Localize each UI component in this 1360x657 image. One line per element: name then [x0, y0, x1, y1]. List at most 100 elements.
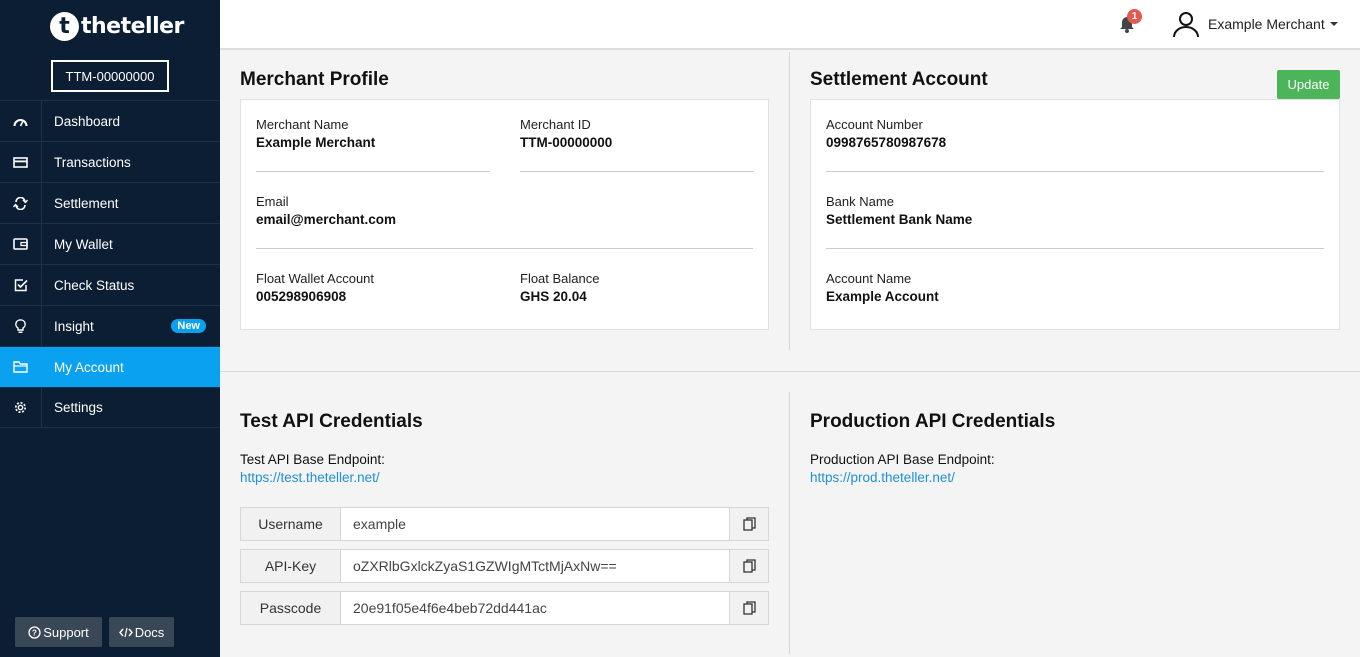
divider — [826, 248, 1324, 249]
test-endpoint-link[interactable]: https://test.theteller.net/ — [240, 470, 380, 485]
passcode-row: Passcode 20e91f05e4f6e4beb72dd441ac — [240, 591, 769, 625]
check-square-icon — [0, 265, 42, 305]
exchange-icon — [0, 183, 42, 223]
test-api-title: Test API Credentials — [240, 411, 423, 432]
field-label: Float Wallet Account — [256, 271, 375, 286]
update-button[interactable]: Update — [1277, 70, 1340, 99]
help-circle-icon: ? — [28, 625, 41, 639]
settlement-account-card: Account Number 0998765780987678 Bank Nam… — [810, 99, 1340, 330]
section-divider — [789, 52, 790, 350]
sidebar-item-check-status[interactable]: Check Status — [0, 264, 220, 305]
field-label: Float Balance — [520, 271, 600, 286]
production-endpoint-label: Production API Base Endpoint: — [810, 452, 995, 467]
sidebar: t theteller TTM-00000000 Dashboard Trans… — [0, 0, 220, 657]
production-api-title: Production API Credentials — [810, 411, 1056, 432]
docs-label: Docs — [134, 624, 165, 640]
field-label: Merchant Name — [256, 117, 349, 132]
username-field[interactable]: example — [341, 508, 729, 540]
passcode-field[interactable]: 20e91f05e4f6e4beb72dd441ac — [341, 592, 729, 624]
field-label: Merchant ID — [520, 117, 591, 132]
float-wallet-field: Float Wallet Account 005298906908 — [256, 271, 374, 304]
field-value: 0998765780987678 — [826, 135, 947, 150]
gear-icon — [0, 387, 42, 428]
support-button[interactable]: ? Support — [15, 617, 102, 647]
logo-mark: t — [50, 11, 79, 41]
svg-text:?: ? — [32, 628, 37, 637]
logo-text: theteller — [81, 13, 184, 39]
field-value: email@merchant.com — [256, 212, 396, 227]
copy-button[interactable] — [729, 592, 768, 624]
card-icon — [0, 142, 42, 182]
sidebar-item-transactions[interactable]: Transactions — [0, 141, 220, 182]
copy-button[interactable] — [729, 508, 768, 540]
sidebar-item-label: Transactions — [54, 154, 131, 170]
merchant-id-field: Merchant ID TTM-00000000 — [520, 117, 612, 150]
api-key-field[interactable]: oZXRlbGxlckZyaS1GZWIgMTctMjAxNw== — [341, 550, 729, 582]
credential-label: Username — [241, 508, 341, 540]
user-menu[interactable]: Example Merchant — [1172, 10, 1338, 38]
code-icon — [118, 627, 133, 637]
user-icon — [1173, 12, 1199, 38]
api-key-row: API-Key oZXRlbGxlckZyaS1GZWIgMTctMjAxNw=… — [240, 549, 769, 583]
wallet-icon — [0, 224, 42, 264]
sidebar-item-label: Insight — [54, 318, 94, 334]
new-badge: New — [171, 319, 206, 333]
copy-button[interactable] — [729, 550, 768, 582]
copy-icon — [742, 559, 756, 573]
divider — [520, 171, 754, 172]
divider — [256, 248, 753, 249]
credential-label: API-Key — [241, 550, 341, 582]
logo[interactable]: t theteller — [50, 11, 184, 41]
sidebar-item-label: My Wallet — [54, 236, 113, 252]
copy-icon — [742, 517, 756, 531]
credential-label: Passcode — [241, 592, 341, 624]
divider — [826, 171, 1324, 172]
field-value: Example Merchant — [256, 135, 376, 150]
field-value: 005298906908 — [256, 289, 347, 304]
production-endpoint-link[interactable]: https://prod.theteller.net/ — [810, 470, 955, 485]
docs-button[interactable]: Docs — [109, 617, 174, 647]
merchant-id-box: TTM-00000000 — [51, 60, 169, 92]
account-name-field: Account Name Example Account — [826, 271, 939, 304]
field-label: Email — [256, 194, 289, 209]
sidebar-item-label: Dashboard — [54, 113, 121, 129]
field-value: Settlement Bank Name — [826, 212, 973, 227]
sidebar-item-my-account[interactable]: My Account — [0, 346, 220, 387]
copy-icon — [742, 601, 756, 615]
divider — [256, 171, 490, 172]
float-balance-field: Float Balance GHS 20.04 — [520, 271, 600, 304]
chevron-down-icon — [1329, 22, 1338, 26]
notification-badge: 1 — [1127, 9, 1142, 24]
folder-icon — [0, 347, 42, 387]
support-label: Support — [43, 624, 89, 640]
merchant-profile-card: Merchant Name Example Merchant Merchant … — [240, 99, 769, 330]
merchant-name-field: Merchant Name Example Merchant — [256, 117, 375, 150]
user-name: Example Merchant — [1208, 16, 1325, 32]
field-value: GHS 20.04 — [520, 289, 587, 304]
sidebar-item-label: Settlement — [54, 195, 119, 211]
settlement-account-title: Settlement Account — [810, 69, 988, 90]
section-divider — [789, 392, 790, 654]
field-value: Example Account — [826, 289, 939, 304]
bank-name-field: Bank Name Settlement Bank Name — [826, 194, 972, 227]
merchant-profile-title: Merchant Profile — [240, 69, 389, 90]
sidebar-item-settings[interactable]: Settings — [0, 387, 220, 428]
sidebar-item-settlement[interactable]: Settlement — [0, 182, 220, 223]
lightbulb-icon — [0, 306, 42, 346]
sidebar-nav: Dashboard Transactions Settlement My Wal… — [0, 100, 220, 428]
section-divider — [220, 371, 1360, 372]
sidebar-item-label: Check Status — [54, 277, 135, 293]
sidebar-item-my-wallet[interactable]: My Wallet — [0, 223, 220, 264]
field-label: Account Number — [826, 117, 923, 132]
field-value: TTM-00000000 — [520, 135, 613, 150]
sidebar-item-dashboard[interactable]: Dashboard — [0, 100, 220, 141]
gauge-icon — [0, 101, 42, 141]
test-endpoint-label: Test API Base Endpoint: — [240, 452, 385, 467]
sidebar-item-label: My Account — [54, 359, 124, 375]
top-header: 1 Example Merchant — [220, 0, 1360, 50]
sidebar-item-label: Settings — [54, 400, 103, 415]
sidebar-item-insight[interactable]: Insight New — [0, 305, 220, 346]
username-row: Username example — [240, 507, 769, 541]
field-label: Bank Name — [826, 194, 894, 209]
field-label: Account Name — [826, 271, 912, 286]
